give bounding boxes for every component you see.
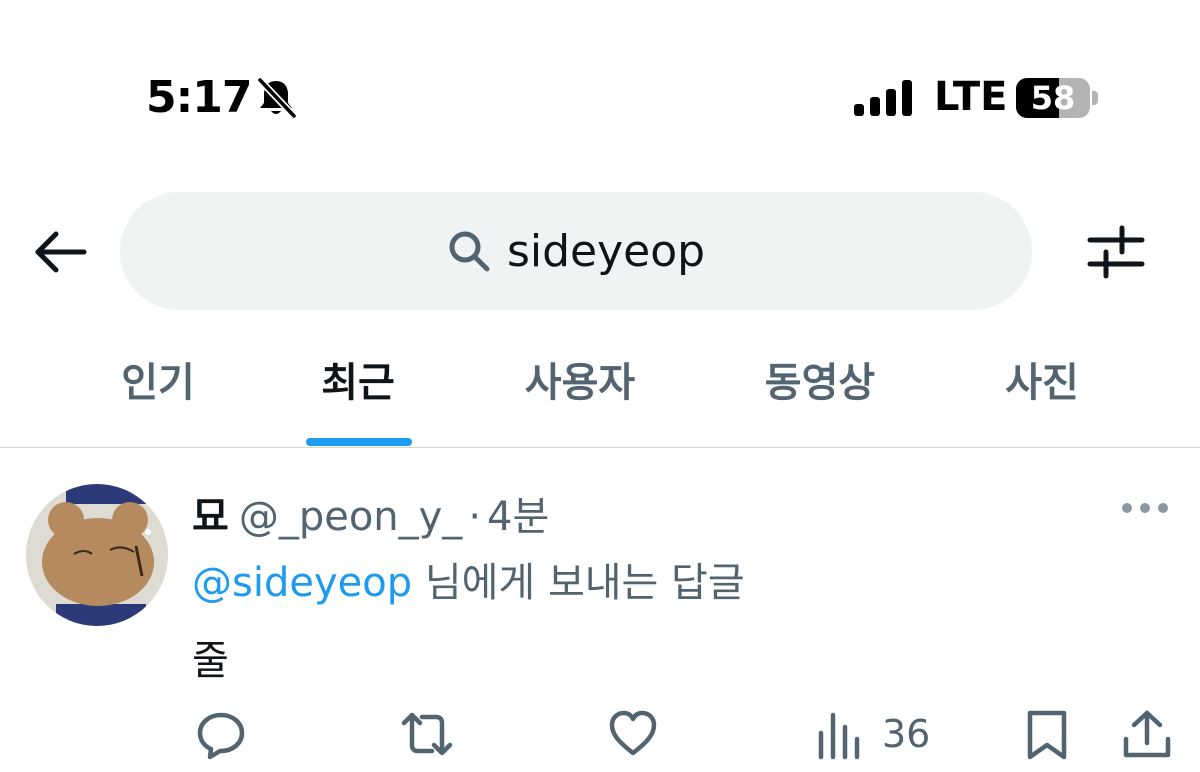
bookmark-button[interactable] <box>1020 706 1074 762</box>
bookmark-icon <box>1027 710 1067 760</box>
search-query: sideyeop <box>506 225 706 277</box>
reply-button[interactable] <box>194 706 248 762</box>
sliders-icon[interactable] <box>1086 224 1146 280</box>
search-tabs: 인기 최근 사용자 동영상 사진 <box>0 340 1200 448</box>
active-tab-indicator <box>306 438 412 446</box>
battery-level: 58 <box>1030 79 1076 117</box>
post-text: 줄 <box>192 638 229 684</box>
reply-icon <box>197 712 245 760</box>
views-button[interactable]: 36 <box>812 706 930 762</box>
search-input[interactable]: sideyeop <box>120 192 1032 310</box>
post-timestamp[interactable]: 4분 <box>487 494 549 540</box>
bell-slash-icon <box>257 77 297 119</box>
author-handle[interactable]: @_peon_y_ <box>239 494 463 540</box>
arrow-left-icon[interactable] <box>30 226 90 278</box>
retweet-icon <box>401 712 453 756</box>
reply-mention-link[interactable]: @sideyeop <box>192 560 412 606</box>
reply-context: @sideyeop 님에게 보내는 답글 <box>192 550 745 608</box>
battery-cap <box>1092 91 1098 105</box>
author-name[interactable]: 묘 <box>192 494 229 540</box>
separator-dot: · <box>468 494 482 540</box>
retweet-button[interactable] <box>400 706 454 762</box>
tab-popular[interactable]: 인기 <box>100 340 216 448</box>
more-horizontal-icon[interactable] <box>1120 498 1170 518</box>
like-button[interactable] <box>606 706 660 762</box>
network-type: LTE <box>934 74 1008 120</box>
views-chart-icon <box>818 712 860 760</box>
avatar[interactable] <box>26 484 168 626</box>
battery-indicator: 58 <box>1016 78 1098 118</box>
tab-videos[interactable]: 동영상 <box>740 340 900 448</box>
post-header: 묘 @_peon_y_ · 4분 <box>192 484 549 542</box>
share-button[interactable] <box>1120 706 1174 762</box>
search-icon <box>449 231 490 272</box>
heart-icon <box>609 710 657 756</box>
status-time: 5:17 <box>146 72 252 123</box>
share-icon <box>1123 710 1171 758</box>
tab-latest[interactable]: 최근 <box>300 340 416 448</box>
tab-photos[interactable]: 사진 <box>984 340 1100 448</box>
battery-body: 58 <box>1016 78 1090 118</box>
avatar-image <box>26 484 168 626</box>
reply-suffix: 님에게 보내는 답글 <box>412 560 745 606</box>
cellular-signal-icon <box>854 80 912 116</box>
tab-people[interactable]: 사용자 <box>500 340 660 448</box>
views-count: 36 <box>882 712 931 756</box>
